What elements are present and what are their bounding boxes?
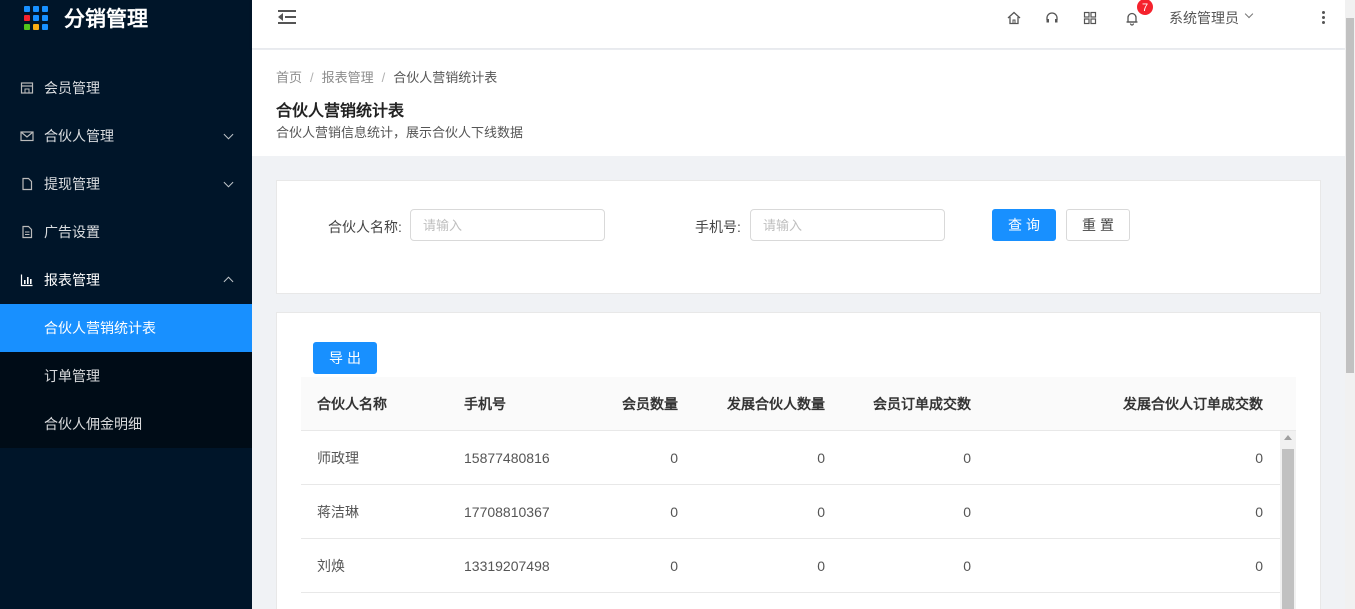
menu-fold-icon[interactable]: [278, 10, 296, 24]
breadcrumb: 首页 / 报表管理 / 合伙人营销统计表: [276, 70, 498, 85]
sidebar-item-members[interactable]: 会员管理: [0, 64, 252, 112]
cell-partner-count: 0: [817, 557, 825, 574]
column-header-partner-name: 合伙人名称: [317, 395, 387, 412]
file-icon: [20, 177, 34, 191]
column-header-member-orders: 会员订单成交数: [873, 395, 971, 412]
export-button[interactable]: 导出: [313, 342, 377, 374]
sidebar-item-label: 提现管理: [44, 176, 100, 192]
logo[interactable]: 分销管理: [0, 0, 252, 36]
sidebar-item-label: 合伙人佣金明细: [44, 416, 142, 432]
more-vertical-icon[interactable]: [1322, 11, 1325, 26]
reset-button[interactable]: 重置: [1066, 209, 1130, 241]
cell-member-count: 0: [670, 449, 678, 466]
sidebar-item-label: 报表管理: [44, 272, 100, 288]
sidebar-item-reports[interactable]: 报表管理: [0, 256, 252, 304]
query-button[interactable]: 查询: [992, 209, 1056, 241]
home-icon[interactable]: [1006, 10, 1022, 26]
sidebar-item-label: 广告设置: [44, 224, 100, 240]
breadcrumb-reports[interactable]: 报表管理: [322, 70, 374, 85]
breadcrumb-current: 合伙人营销统计表: [393, 70, 498, 85]
table-card: 导出 合伙人名称 手机号 会员数量 发展合伙人数量 会员订单成交数 发展合伙人订…: [276, 312, 1321, 609]
cell-partner-orders: 0: [1255, 503, 1263, 520]
sidebar-item-withdraw[interactable]: 提现管理: [0, 160, 252, 208]
chevron-down-icon[interactable]: [1244, 9, 1254, 19]
page-scrollbar-thumb[interactable]: [1346, 18, 1354, 373]
cell-partner-name: 师政理: [317, 449, 359, 466]
notification-badge: 7: [1136, 0, 1154, 16]
sidebar-item-label: 合伙人营销统计表: [44, 320, 156, 336]
chevron-down-icon: [223, 177, 234, 188]
headset-icon[interactable]: [1044, 10, 1060, 26]
partner-name-input[interactable]: [410, 209, 605, 241]
column-header-partner-orders: 发展合伙人订单成交数: [1123, 395, 1263, 412]
sidebar: 分销管理 会员管理 合伙人管理 提现管理 广告设置 报表管理 合伙人营销统计表 …: [0, 0, 252, 609]
mail-icon: [20, 129, 34, 143]
column-header-partner-count: 发展合伙人数量: [727, 395, 825, 412]
sidebar-item-commission-details[interactable]: 合伙人佣金明细: [0, 400, 252, 448]
cell-partner-count: 0: [817, 503, 825, 520]
shop-icon: [20, 81, 34, 95]
sidebar-item-label: 订单管理: [44, 368, 100, 384]
stats-table: 合伙人名称 手机号 会员数量 发展合伙人数量 会员订单成交数 发展合伙人订单成交…: [301, 377, 1296, 609]
table-scrollbar-thumb[interactable]: [1282, 449, 1294, 609]
table-row[interactable]: 刘焕 13319207498 0 0 0 0: [301, 539, 1296, 593]
sidebar-item-partners[interactable]: 合伙人管理: [0, 112, 252, 160]
page-scrollbar[interactable]: [1345, 0, 1355, 609]
sidebar-item-orders[interactable]: 订单管理: [0, 352, 252, 400]
scroll-up-arrow-icon[interactable]: [1284, 435, 1292, 440]
app-title: 分销管理: [64, 8, 148, 31]
cell-partner-name: 刘焕: [317, 557, 345, 574]
table-row[interactable]: 蒋洁琳 17708810367 0 0 0 0: [301, 485, 1296, 539]
bar-chart-icon: [20, 273, 34, 287]
partner-name-label: 合伙人名称:: [328, 219, 402, 235]
phone-input[interactable]: [750, 209, 945, 241]
sidebar-item-partner-marketing-stats[interactable]: 合伙人营销统计表: [0, 304, 252, 352]
breadcrumb-home[interactable]: 首页: [276, 70, 302, 85]
cell-partner-orders: 0: [1255, 557, 1263, 574]
chevron-up-icon: [223, 276, 234, 287]
cell-member-orders: 0: [963, 449, 971, 466]
reports-submenu: 合伙人营销统计表 订单管理 合伙人佣金明细: [0, 304, 252, 448]
search-form: 合伙人名称: 手机号: 查询 重置: [276, 180, 1321, 294]
page-header: 首页 / 报表管理 / 合伙人营销统计表 合伙人营销统计表 合伙人营销信息统计，展示合伙…: [252, 50, 1345, 156]
sidebar-item-label: 会员管理: [44, 80, 100, 96]
cell-member-orders: 0: [963, 503, 971, 520]
cell-phone: 13319207498: [464, 557, 550, 574]
cell-member-count: 0: [670, 557, 678, 574]
page-title: 合伙人营销统计表: [276, 103, 405, 120]
phone-label: 手机号:: [695, 219, 741, 235]
page-description: 合伙人营销信息统计，展示合伙人下线数据: [276, 125, 524, 140]
column-header-member-count: 会员数量: [622, 395, 678, 412]
app-grid-icon: [24, 6, 48, 30]
table-header: 合伙人名称 手机号 会员数量 发展合伙人数量 会员订单成交数 发展合伙人订单成交…: [301, 377, 1296, 431]
user-menu[interactable]: 系统管理员: [1169, 8, 1239, 28]
cell-phone: 15877480816: [464, 449, 550, 466]
chevron-down-icon: [223, 129, 234, 140]
sidebar-item-ads[interactable]: 广告设置: [0, 208, 252, 256]
top-header: 7 系统管理员: [252, 0, 1345, 48]
sidebar-item-label: 合伙人管理: [44, 128, 114, 144]
cell-phone: 17708810367: [464, 503, 550, 520]
file-text-icon: [20, 225, 34, 239]
sidebar-menu: 会员管理 合伙人管理 提现管理 广告设置 报表管理 合伙人营销统计表 订单管理 …: [0, 64, 252, 448]
cell-member-count: 0: [670, 503, 678, 520]
cell-member-orders: 0: [963, 557, 971, 574]
cell-partner-count: 0: [817, 449, 825, 466]
table-scrollbar[interactable]: [1280, 431, 1296, 609]
cell-partner-name: 蒋洁琳: [317, 503, 359, 520]
column-header-phone: 手机号: [464, 395, 506, 412]
apps-icon[interactable]: [1082, 10, 1098, 26]
table-row[interactable]: 师政理 15877480816 0 0 0 0: [301, 431, 1296, 485]
cell-partner-orders: 0: [1255, 449, 1263, 466]
